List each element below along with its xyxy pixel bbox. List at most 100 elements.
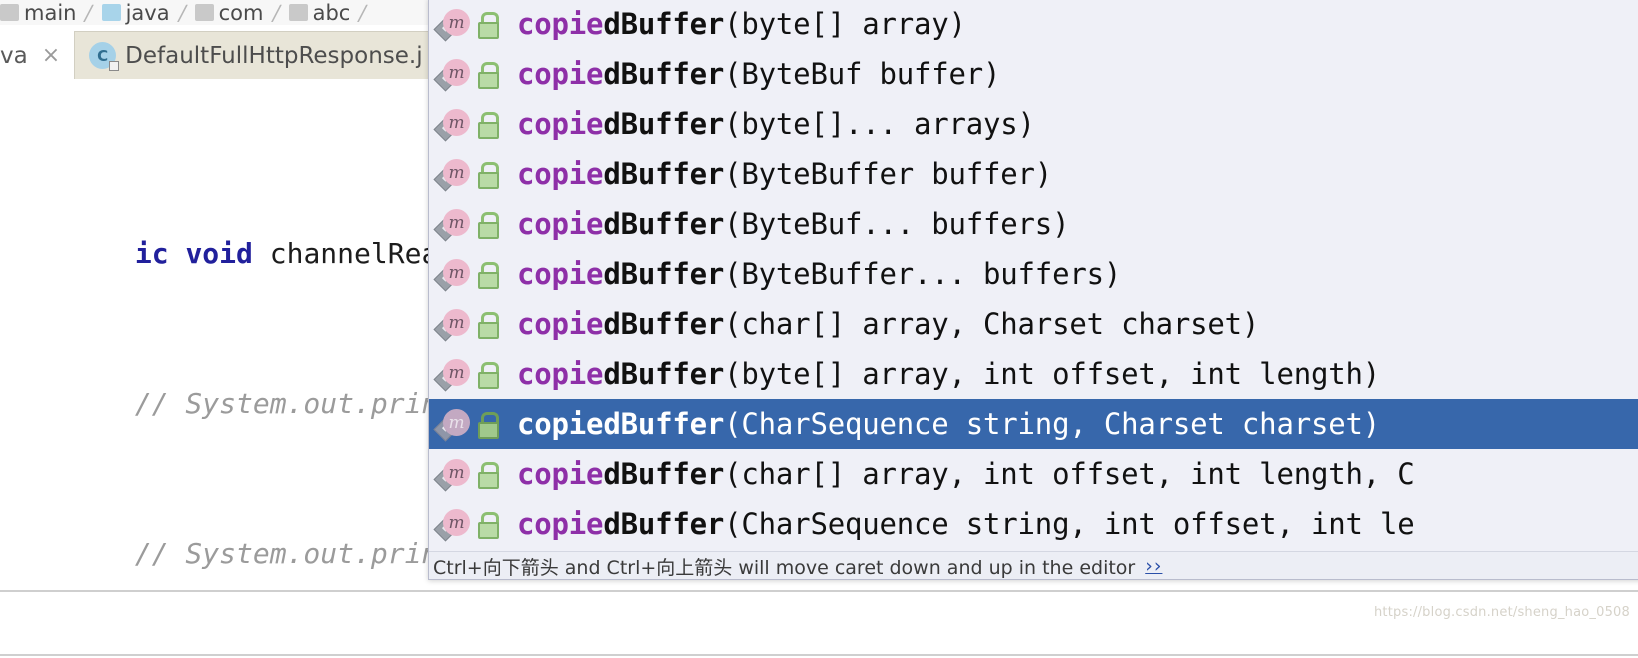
completion-method-name: dBuffer (603, 206, 725, 241)
editor-tab-label: va (0, 42, 28, 69)
completion-item-selected[interactable]: m copiedBuffer(CharSequence string, Char… (429, 399, 1638, 449)
completion-match-prefix: copie (517, 206, 604, 241)
completion-item[interactable]: m copiedBuffer(byte[]... arrays) (429, 99, 1638, 149)
completion-method-signature: (ByteBuffer buffer) (724, 156, 1053, 191)
completion-match-prefix: copie (517, 106, 604, 141)
completion-item[interactable]: m copiedBuffer(CharSequence string, int … (429, 499, 1638, 549)
completion-method-signature: (byte[]... arrays) (724, 106, 1035, 141)
completion-item[interactable]: m copiedBuffer(char[] array, int offset,… (429, 449, 1638, 499)
method-icon: m (433, 507, 471, 542)
breadcrumb-separator: / (356, 0, 369, 25)
lock-icon (475, 459, 501, 489)
completion-hint-link[interactable]: ›› (1145, 555, 1162, 577)
completion-match-prefix: copie (517, 456, 604, 491)
completion-item-text: copiedBuffer(CharSequence string, Charse… (517, 406, 1381, 441)
code-token: void (185, 237, 270, 270)
folder-icon (101, 4, 121, 21)
completion-item[interactable]: m copiedBuffer(char[] array, Charset cha… (429, 299, 1638, 349)
breadcrumb-label: main (24, 0, 77, 25)
completion-match-prefix: copie (517, 56, 604, 91)
ide-screenshot: main / java / com / abc / va × C Default… (0, 0, 1638, 658)
completion-match-prefix: copie (517, 156, 604, 191)
completion-item[interactable]: m copiedBuffer(ByteBuffer buffer) (429, 149, 1638, 199)
completion-match-prefix: copie (517, 406, 604, 441)
completion-method-signature: (CharSequence string, int offset, int le (724, 506, 1415, 541)
editor-tab-label: DefaultFullHttpResponse.j (125, 42, 423, 69)
completion-item-text: copiedBuffer(byte[] array) (517, 6, 966, 41)
completion-match-prefix: copie (517, 356, 604, 391)
breadcrumb-item-main[interactable]: main (0, 1, 76, 25)
breadcrumb-label: com (218, 0, 264, 25)
code-token: ic (134, 237, 186, 270)
folder-icon (194, 4, 214, 21)
breadcrumb-separator: / (176, 0, 189, 25)
completion-item[interactable]: m copiedBuffer(ByteBuf... buffers) (429, 199, 1638, 249)
watermark: https://blog.csdn.net/sheng_hao_0508 (1373, 605, 1630, 620)
completion-method-signature: (CharSequence string, Charset charset) (724, 406, 1381, 441)
completion-item-text: copiedBuffer(char[] array, Charset chars… (517, 306, 1259, 341)
completion-item-text: copiedBuffer(byte[]... arrays) (517, 106, 1035, 141)
completion-hint-text: Ctrl+向下箭头 and Ctrl+向上箭头 will move caret … (433, 556, 1136, 579)
completion-method-name: dBuffer (603, 356, 725, 391)
method-icon: m (433, 257, 471, 292)
completion-item-text: copiedBuffer(char[] array, int offset, i… (517, 456, 1415, 491)
folder-icon (288, 4, 308, 21)
completion-item-text: copiedBuffer(ByteBuffer... buffers) (517, 256, 1122, 291)
completion-method-name: dBuffer (603, 456, 725, 491)
method-icon: m (433, 457, 471, 492)
lock-icon (475, 9, 501, 39)
completion-hint-bar: Ctrl+向下箭头 and Ctrl+向上箭头 will move caret … (429, 551, 1638, 579)
method-icon: m (433, 207, 471, 242)
lock-icon (475, 209, 501, 239)
editor-tab-defaultfullhttpresponse[interactable]: C DefaultFullHttpResponse.j (74, 31, 438, 79)
completion-item-text: copiedBuffer(ByteBuf... buffers) (517, 206, 1070, 241)
completion-method-name: dBuffer (603, 306, 725, 341)
close-icon[interactable]: × (42, 44, 60, 67)
completion-method-name: dBuffer (603, 256, 725, 291)
completion-item[interactable]: m copiedBuffer(ByteBuffer... buffers) (429, 249, 1638, 299)
completion-method-signature: (ByteBuf... buffers) (724, 206, 1070, 241)
completion-method-signature: (ByteBuf buffer) (724, 56, 1001, 91)
method-icon: m (433, 307, 471, 342)
completion-item[interactable]: m copiedBuffer(byte[] array, int offset,… (429, 349, 1638, 399)
breadcrumb-separator: / (269, 0, 283, 25)
completion-method-name: dBuffer (603, 506, 725, 541)
completion-item-list[interactable]: m copiedBuffer(byte[] array) m copiedBuf… (429, 0, 1638, 551)
lock-icon (475, 409, 501, 439)
method-icon: m (433, 7, 471, 42)
completion-method-name: dBuffer (603, 56, 725, 91)
lock-icon (475, 109, 501, 139)
horizontal-divider (0, 590, 1638, 592)
completion-match-prefix: copie (517, 6, 604, 41)
method-icon: m (433, 157, 471, 192)
completion-item-text: copiedBuffer(CharSequence string, int of… (517, 506, 1415, 541)
breadcrumb-item-java[interactable]: java (101, 0, 170, 25)
lock-icon (475, 509, 501, 539)
editor-tab-partial[interactable]: va × (0, 32, 74, 79)
method-icon: m (433, 107, 471, 142)
completion-method-signature: (char[] array, int offset, int length, C (724, 456, 1415, 491)
code-completion-popup[interactable]: m copiedBuffer(byte[] array) m copiedBuf… (428, 0, 1638, 580)
completion-method-name: dBuffer (603, 6, 725, 41)
breadcrumb-label: java (125, 0, 170, 25)
completion-method-name: dBuffer (603, 156, 725, 191)
completion-method-signature: (byte[] array, int offset, int length) (724, 356, 1381, 391)
completion-match-prefix: copie (517, 306, 604, 341)
completion-item[interactable]: m copiedBuffer(byte[] array) (429, 0, 1638, 49)
breadcrumb-item-abc[interactable]: abc (288, 1, 350, 25)
completion-method-name: dBuffer (603, 406, 725, 441)
completion-method-signature: (ByteBuffer... buffers) (724, 256, 1122, 291)
method-icon: m (433, 407, 471, 442)
lock-icon (475, 359, 501, 389)
completion-item-text: copiedBuffer(ByteBuffer buffer) (517, 156, 1053, 191)
lock-icon (475, 259, 501, 289)
completion-match-prefix: copie (517, 256, 604, 291)
breadcrumb-item-com[interactable]: com (194, 0, 264, 25)
completion-item[interactable]: m copiedBuffer(ByteBuf buffer) (429, 49, 1638, 99)
completion-item-text: copiedBuffer(ByteBuf buffer) (517, 56, 1001, 91)
lock-icon (475, 159, 501, 189)
method-icon: m (433, 57, 471, 92)
completion-item-text: copiedBuffer(byte[] array, int offset, i… (517, 356, 1381, 391)
method-icon: m (433, 357, 471, 392)
folder-icon (0, 4, 19, 21)
